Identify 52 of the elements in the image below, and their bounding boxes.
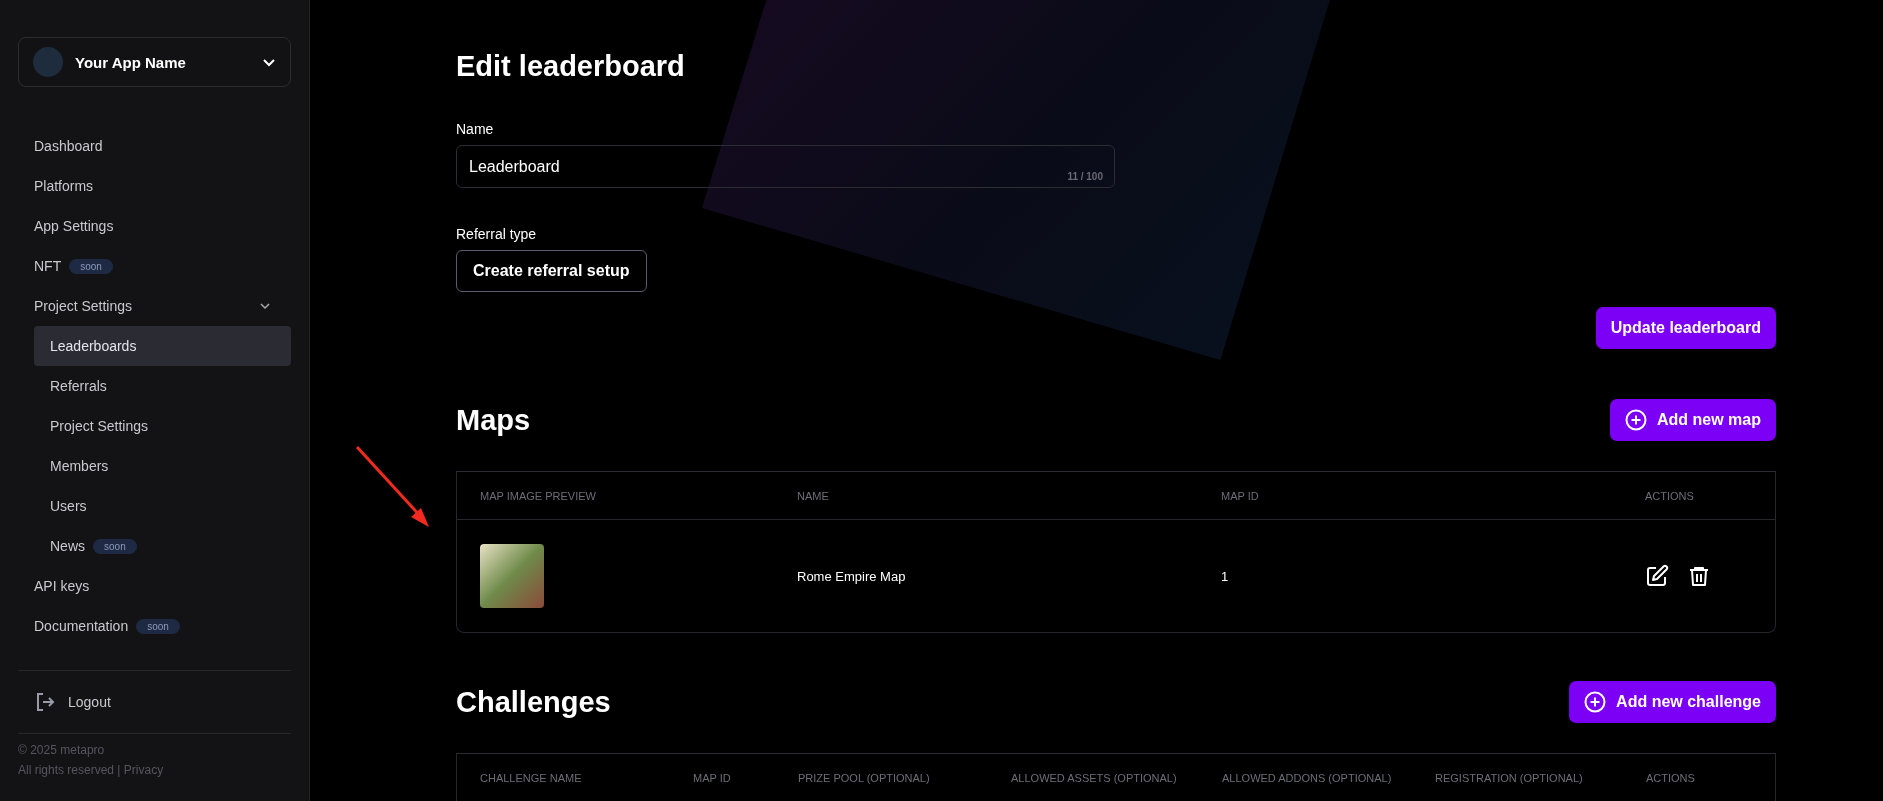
plus-circle-icon (1584, 691, 1607, 713)
nav-item[interactable]: Dashboard (18, 126, 291, 166)
column-header: ALLOWED ASSETS (OPTIONAL) (1011, 771, 1178, 784)
submenu-item[interactable]: News soon (34, 526, 291, 566)
nav-item[interactable]: Project Settings (18, 286, 291, 326)
plus-circle-icon (1625, 409, 1647, 431)
column-header: MAP IMAGE PREVIEW (480, 489, 597, 502)
app-name: Your App Name (75, 53, 187, 71)
column-header: PRIZE POOL (OPTIONAL) (798, 771, 931, 784)
soon-badge: soon (136, 618, 180, 634)
column-header: REGISTRATION (OPTIONAL) (1435, 771, 1584, 784)
chevron-icon[interactable] (259, 300, 271, 312)
nav-item[interactable]: App Settings (18, 206, 291, 246)
logout-icon[interactable] (34, 691, 56, 713)
column-header: ACTIONS (1645, 489, 1695, 502)
submenu-item[interactable]: Users (34, 486, 291, 526)
nav-item[interactable]: Documentation soon (18, 606, 291, 646)
section-title: Challenges (456, 685, 611, 719)
soon-badge: soon (69, 258, 113, 274)
map-image-placeholder (480, 544, 544, 608)
submenu-item[interactable]: Referrals (34, 366, 291, 406)
add-map-button[interactable]: Add new map (1610, 399, 1776, 441)
submenu-item[interactable]: Project Settings (34, 406, 291, 446)
column-header: ALLOWED ADDONS (OPTIONAL) (1222, 771, 1393, 784)
field-label: Name (456, 121, 495, 137)
table-cell-text: Rome Empire Map (797, 568, 907, 584)
update-button[interactable]: Update leaderboard (1595, 307, 1776, 349)
page-title: Edit leaderboard (456, 49, 686, 83)
copyright-text: © 2025 metapro (18, 742, 106, 759)
rights-text: All rights reserved | (18, 763, 121, 777)
nav-item[interactable]: API keys (18, 566, 291, 606)
field-label: Referral type (456, 226, 538, 242)
soon-badge: soon (93, 538, 137, 554)
submenu-item[interactable]: Leaderboards (34, 326, 291, 366)
column-header: ACTIONS (1646, 771, 1696, 784)
trash-icon[interactable] (1687, 564, 1711, 588)
section-title: Maps (456, 403, 531, 437)
app-avatar (33, 47, 63, 77)
character-counter: 11 / 100 (1067, 171, 1103, 182)
add-challenge-button[interactable]: Add new challenge (1569, 681, 1776, 723)
logout-link[interactable]: Logout (68, 694, 111, 710)
app-switcher[interactable]: Your App Name (18, 37, 291, 87)
create-referral-button[interactable]: Create referral setup (456, 250, 647, 292)
column-header: MAP ID (1221, 489, 1260, 502)
nav-item[interactable]: Platforms (18, 166, 291, 206)
nav-item[interactable]: NFT soon (18, 246, 291, 286)
edit-icon[interactable] (1645, 564, 1669, 588)
table-cell-text: 1 (1221, 568, 1230, 584)
submenu-item[interactable]: Members (34, 446, 291, 486)
column-header: CHALLENGE NAME (480, 771, 583, 784)
column-header: NAME (797, 489, 830, 502)
column-header: MAP ID (693, 771, 732, 784)
